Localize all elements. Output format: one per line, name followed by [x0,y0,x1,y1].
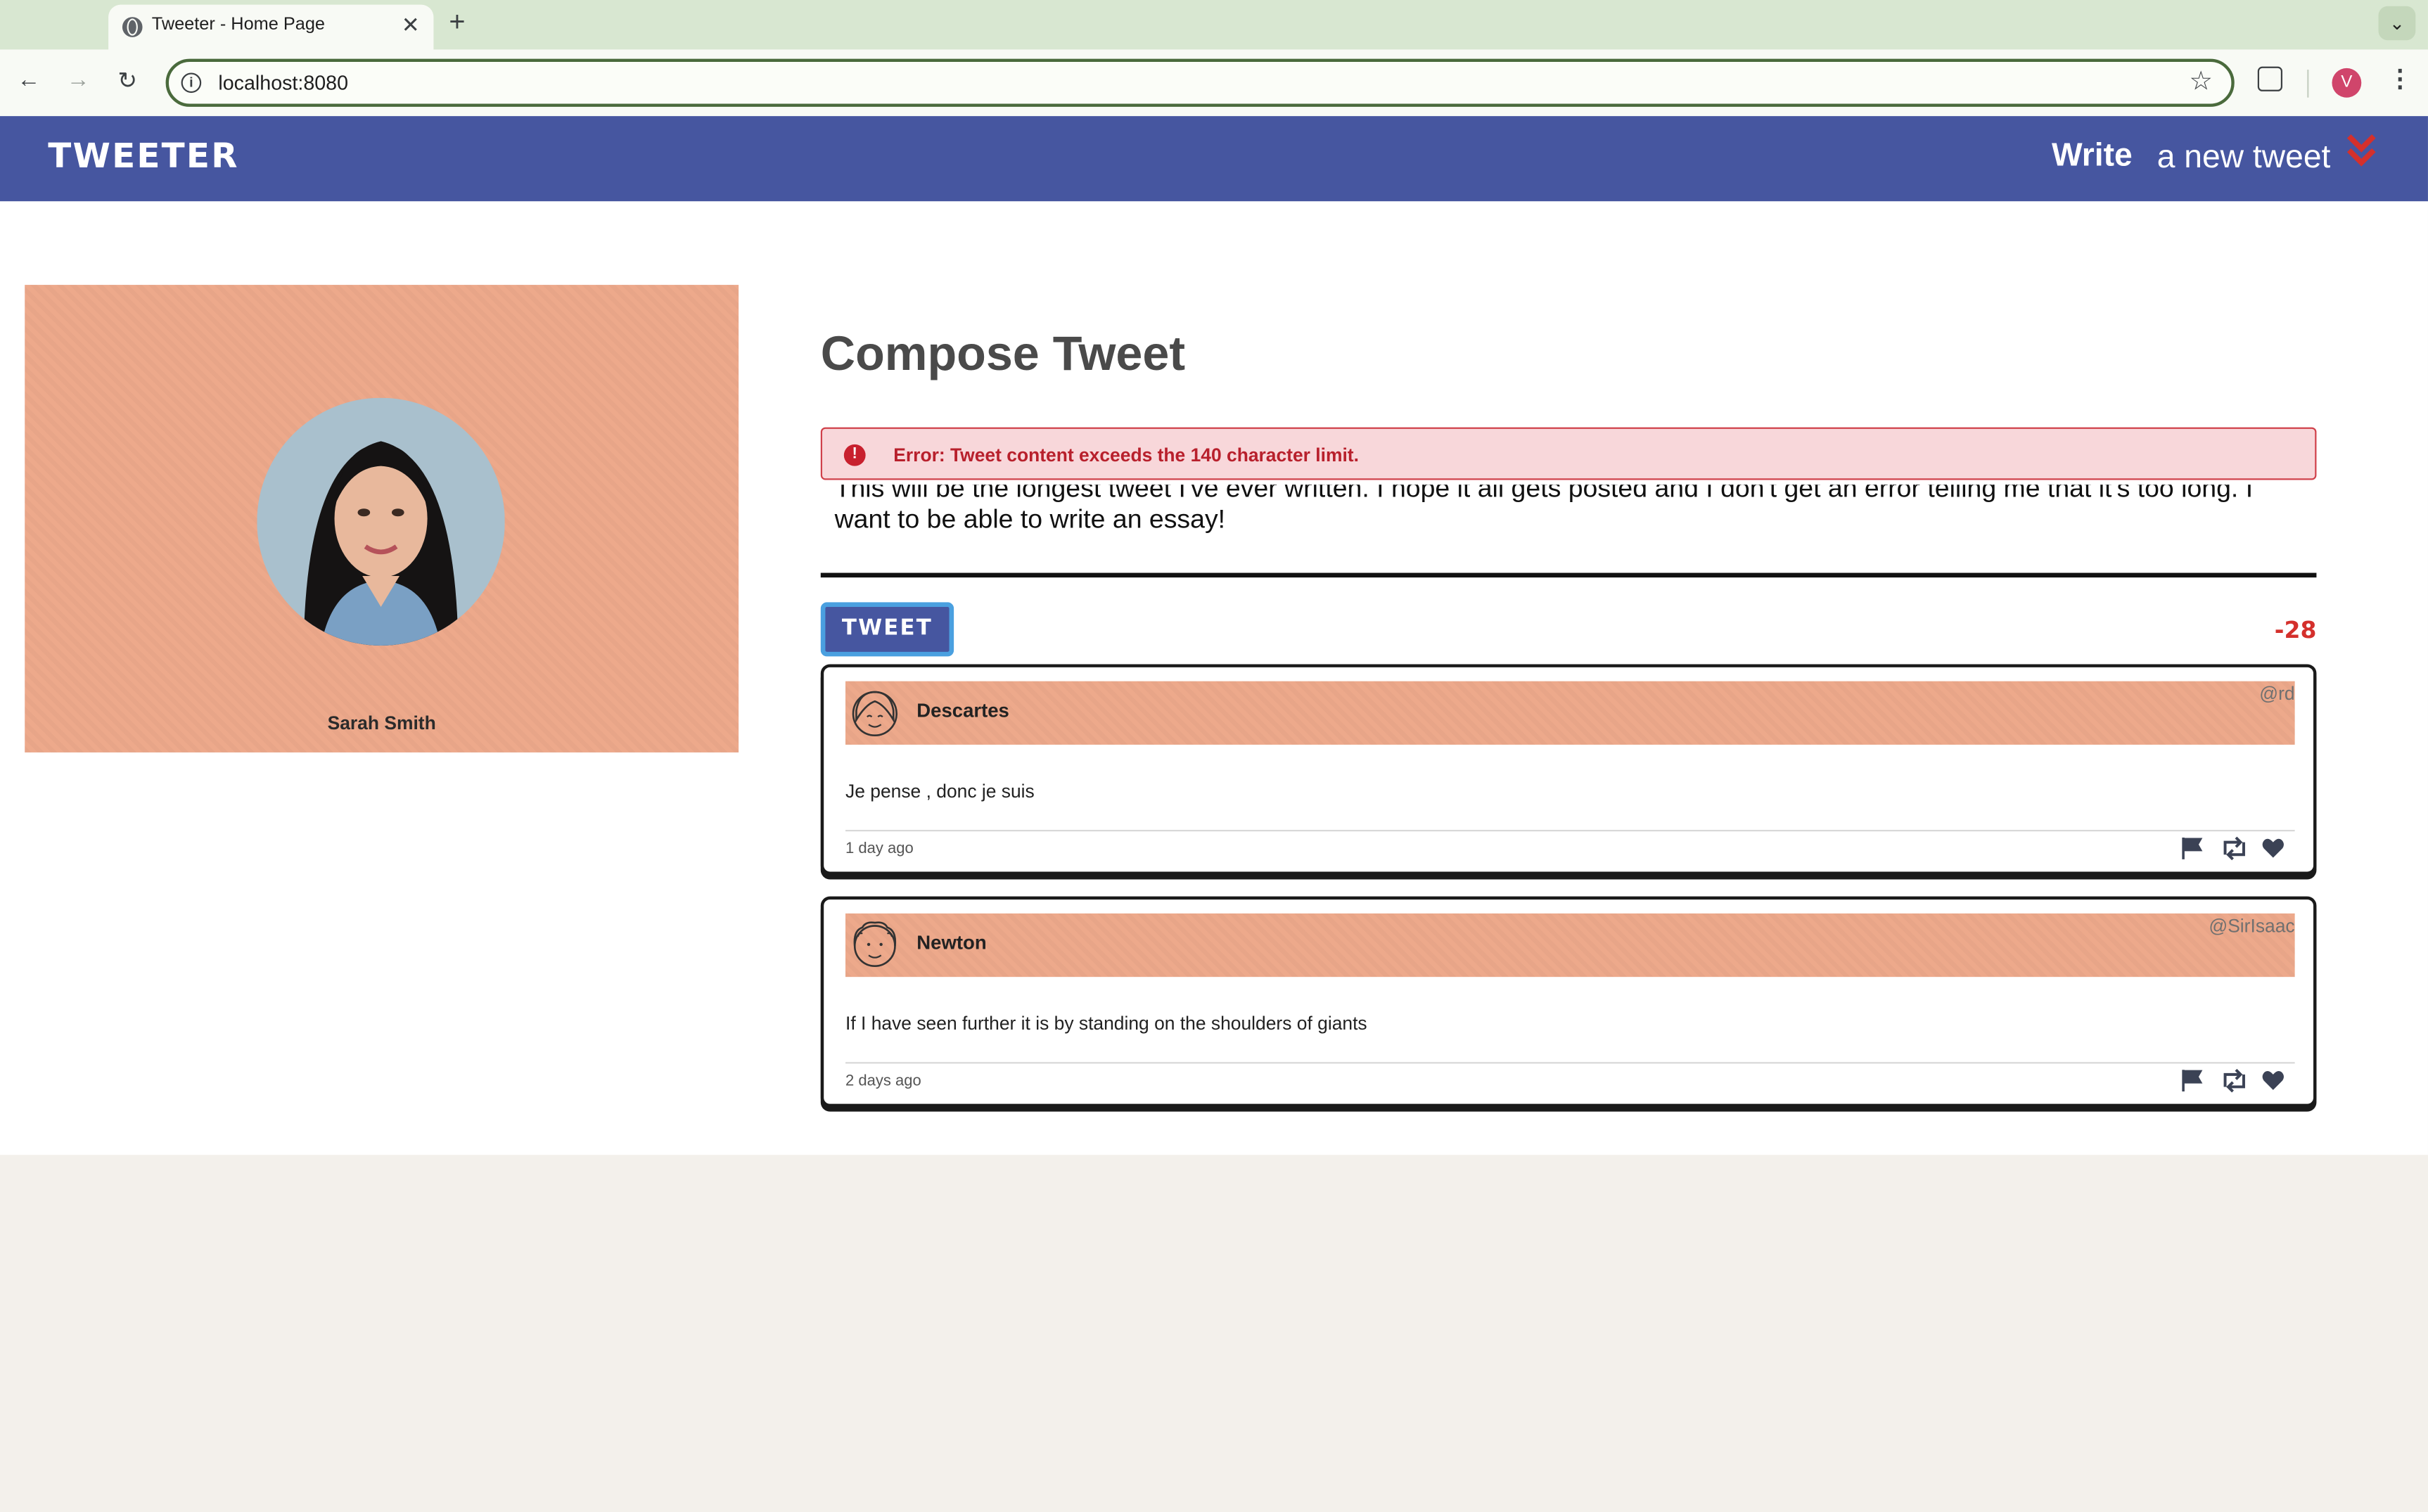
tweet-divider [845,1062,2295,1064]
flag-icon[interactable] [2180,1068,2205,1093]
tweet-actions [2180,1068,2292,1093]
browser-toolbar: ← → ↻ i localhost:8080 ☆ V ⋮ [0,49,2428,117]
error-message: Error: Tweet content exceeds the 140 cha… [893,444,1359,466]
reload-icon[interactable]: ↻ [117,67,137,94]
write-link-text[interactable]: a new tweet [2157,139,2331,177]
avatar-face-icon [852,691,897,737]
tab-title: Tweeter - Home Page [151,15,326,34]
tweet-header: Newton @SirIsaac [845,913,2295,978]
tab-close-button[interactable]: ✕ [402,13,420,39]
top-navbar: TWEETER Write a new tweet [0,116,2428,202]
tweet-button[interactable]: TWEET [820,602,954,657]
character-counter: -28 [2274,616,2317,644]
tab-search-button[interactable]: ⌄ [2378,6,2416,41]
tweet-divider [845,830,2295,832]
new-tab-button[interactable]: + [449,6,465,39]
tweet-text-line-2: want to be able to write an essay! [834,504,1226,534]
compose-title: Compose Tweet [820,326,1186,381]
page-content: TWEETER Write a new tweet Sarah Smith Co… [0,116,2428,1155]
brand-logo[interactable]: TWEETER [48,138,238,177]
heart-icon[interactable] [2261,836,2285,861]
tweet-handle: @SirIsaac [2209,915,2295,937]
flag-icon[interactable] [2180,836,2205,861]
error-alert: ! Error: Tweet content exceeds the 140 c… [820,427,2317,480]
tweet-header: Descartes @rd [845,681,2295,745]
heart-icon[interactable] [2261,1068,2285,1093]
tweet-textarea[interactable]: This will be the longest tweet I've ever… [820,485,2317,578]
retweet-icon[interactable] [2219,836,2250,861]
tweet-author: Descartes [916,700,1009,722]
site-info-icon[interactable]: i [181,72,202,94]
tweet-author: Newton [916,932,987,954]
browser-tab[interactable]: Tweeter - Home Page ✕ [108,4,434,50]
bookmark-star-icon[interactable]: ☆ [2189,67,2213,98]
profile-photo [257,397,505,646]
globe-icon [122,17,143,37]
toolbar-divider [2307,70,2309,98]
retweet-icon[interactable] [2219,1068,2250,1093]
tweet-card: Newton @SirIsaac If I have seen further … [820,896,2317,1108]
forward-icon[interactable]: → [67,67,90,93]
profile-card: Sarah Smith [25,285,739,752]
screen: Tweeter - Home Page ✕ + ⌄ ← → ↻ i localh… [0,0,2428,1512]
error-icon: ! [843,444,866,466]
extensions-icon[interactable] [2257,66,2283,91]
tweet-text-line-1: This will be the longest tweet I've ever… [834,485,2254,504]
back-icon[interactable]: ← [17,67,40,93]
tweet-handle: @rd [2259,682,2295,705]
double-chevron-down-icon[interactable] [2344,132,2378,172]
tweet-timestamp: 1 day ago [845,840,914,858]
profile-avatar[interactable]: V [2332,68,2362,98]
tweet-content: If I have seen further it is by standing… [845,1012,1367,1034]
tweet-timestamp: 2 days ago [845,1072,921,1090]
avatar-face-icon [853,921,897,968]
browser-menu-icon[interactable]: ⋮ [2388,63,2413,94]
page-footer-area [0,1155,2428,1512]
write-link-bold[interactable]: Write [2052,138,2133,175]
tweet-card: Descartes @rd Je pense , donc je suis 1 … [820,664,2317,875]
address-bar[interactable]: i localhost:8080 ☆ [165,58,2235,107]
browser-tabstrip: Tweeter - Home Page ✕ + ⌄ [0,0,2428,50]
profile-name: Sarah Smith [327,712,436,734]
tweet-content: Je pense , donc je suis [845,780,1035,802]
url-text: localhost:8080 [218,71,348,95]
tweet-actions [2180,836,2292,861]
